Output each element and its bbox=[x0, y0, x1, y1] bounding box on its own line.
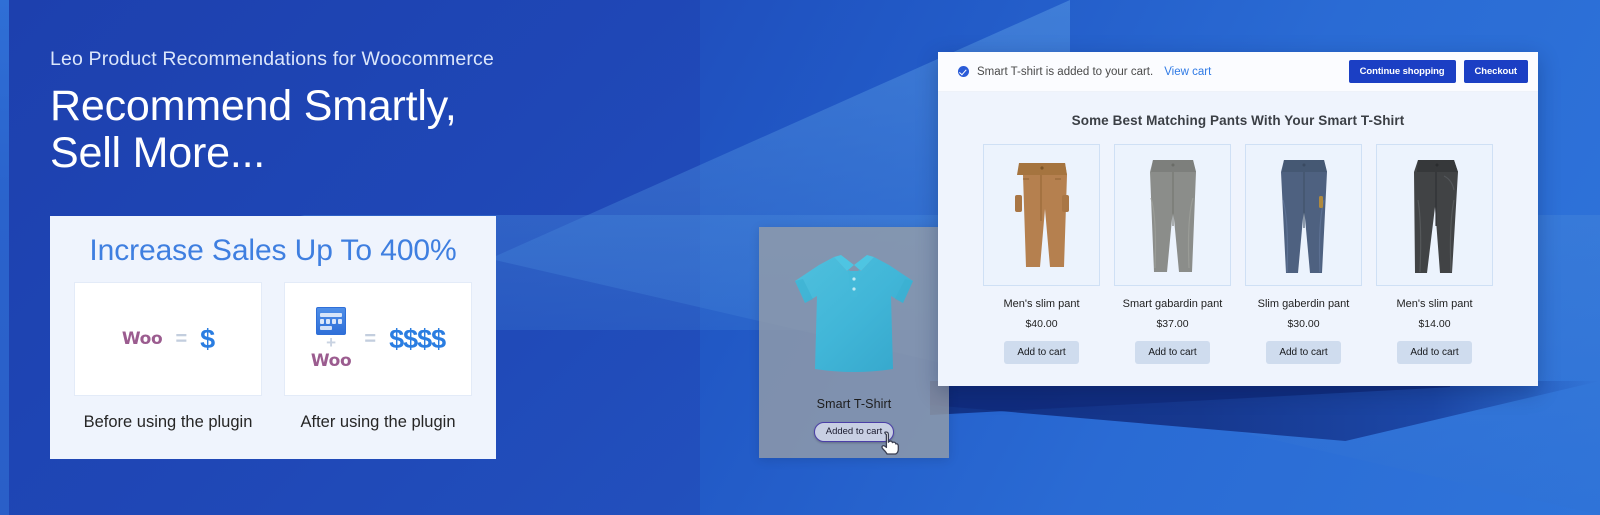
plugin-name-eyebrow: Leo Product Recommendations for Woocomme… bbox=[50, 48, 494, 70]
view-cart-link[interactable]: View cart bbox=[1164, 66, 1211, 78]
cart-notification-message: Smart T-shirt is added to your cart. bbox=[977, 65, 1154, 78]
plugin-grid-icon bbox=[316, 307, 347, 335]
cart-notification-bar: Smart T-shirt is added to your cart. Vie… bbox=[938, 52, 1538, 92]
check-circle-icon bbox=[958, 66, 969, 77]
stat-comparison-columns: Woo = $ Before using the plugin + Woo = … bbox=[72, 282, 474, 432]
before-plugin-caption: Before using the plugin bbox=[83, 413, 253, 431]
product-price: $40.00 bbox=[1025, 318, 1058, 330]
woocommerce-wordmark-after: Woo bbox=[310, 351, 352, 371]
product-price: $14.00 bbox=[1418, 318, 1451, 330]
before-plugin-column: Woo = $ Before using the plugin bbox=[74, 282, 262, 432]
add-to-cart-button[interactable]: Add to cart bbox=[1135, 341, 1210, 364]
gray-pants-image bbox=[1149, 160, 1196, 272]
product-name: Slim gaberdin pant bbox=[1257, 298, 1350, 310]
woocommerce-wordmark: Woo bbox=[121, 329, 163, 349]
recommended-products-grid: Men's slim pant $40.00 Add to cart Smart… bbox=[938, 144, 1538, 364]
recommendation-heading: Some Best Matching Pants With Your Smart… bbox=[1071, 113, 1405, 128]
left-edge-band bbox=[0, 0, 9, 515]
product-thumbnail[interactable] bbox=[1114, 144, 1231, 286]
checkout-button[interactable]: Checkout bbox=[1463, 60, 1528, 83]
product-name: Men's slim pant bbox=[1003, 298, 1080, 310]
headline-line-1: Recommend Smartly, bbox=[50, 82, 457, 130]
notification-actions: Continue shopping Checkout bbox=[1348, 60, 1528, 83]
product-card: Men's slim pant $14.00 Add to cart bbox=[1376, 144, 1493, 364]
slate-blue-pants-image bbox=[1280, 160, 1327, 273]
add-to-cart-button[interactable]: Add to cart bbox=[1397, 341, 1472, 364]
increase-sales-card: Increase Sales Up To 400% Woo = $ Before… bbox=[50, 216, 496, 459]
before-plugin-box: Woo = $ bbox=[74, 282, 262, 396]
tile-product-name: Smart T-Shirt bbox=[816, 397, 892, 411]
product-card: Men's slim pant $40.00 Add to cart bbox=[983, 144, 1100, 364]
plus-sign: + bbox=[326, 333, 337, 352]
teal-polo-shirt-image bbox=[795, 255, 913, 372]
single-dollar-result: $ bbox=[200, 323, 215, 354]
charcoal-pants-image bbox=[1413, 160, 1458, 273]
page-title: Recommend Smartly, Sell More... bbox=[50, 85, 494, 175]
product-card: Slim gaberdin pant $30.00 Add to cart bbox=[1245, 144, 1362, 364]
plugin-icon-bar bbox=[320, 312, 343, 317]
product-card: Smart gabardin pant $37.00 Add to cart bbox=[1114, 144, 1231, 364]
product-price: $30.00 bbox=[1287, 318, 1320, 330]
add-to-cart-button[interactable]: Add to cart bbox=[1266, 341, 1341, 364]
product-name: Smart gabardin pant bbox=[1122, 298, 1223, 310]
after-plugin-box: + Woo = $$$$ bbox=[284, 282, 472, 396]
pointer-hand-cursor bbox=[881, 431, 899, 455]
product-thumbnail[interactable] bbox=[983, 144, 1100, 286]
promo-banner: Leo Product Recommendations for Woocomme… bbox=[0, 0, 1600, 515]
headline-line-2: Sell More... bbox=[50, 129, 266, 177]
after-plugin-column: + Woo = $$$$ After using the plugin bbox=[284, 282, 472, 432]
add-to-cart-button[interactable]: Add to cart bbox=[1004, 341, 1079, 364]
product-thumbnail[interactable] bbox=[1245, 144, 1362, 286]
product-price: $37.00 bbox=[1156, 318, 1189, 330]
after-equation: + Woo = $$$$ bbox=[311, 307, 446, 371]
multi-dollar-result: $$$$ bbox=[389, 323, 446, 354]
equals-sign-after: = bbox=[364, 327, 377, 350]
plugin-icon-cells bbox=[320, 318, 343, 324]
tan-cargo-pants-image bbox=[1014, 163, 1069, 267]
equals-sign: = bbox=[175, 327, 188, 350]
after-plugin-caption: After using the plugin bbox=[300, 413, 456, 431]
continue-shopping-button[interactable]: Continue shopping bbox=[1348, 60, 1456, 83]
before-equation: Woo = $ bbox=[121, 323, 215, 355]
hero-copy: Leo Product Recommendations for Woocomme… bbox=[50, 48, 494, 175]
product-thumbnail[interactable] bbox=[1376, 144, 1493, 286]
smart-tshirt-tile: Smart T-Shirt Added to cart bbox=[759, 227, 949, 458]
plugin-icon-bar-short bbox=[320, 325, 333, 330]
store-window: Smart T-shirt is added to your cart. Vie… bbox=[938, 52, 1538, 386]
plugin-plus-woo-group: + Woo bbox=[311, 307, 352, 371]
product-name: Men's slim pant bbox=[1396, 298, 1473, 310]
stat-card-title: Increase Sales Up To 400% bbox=[89, 234, 457, 267]
